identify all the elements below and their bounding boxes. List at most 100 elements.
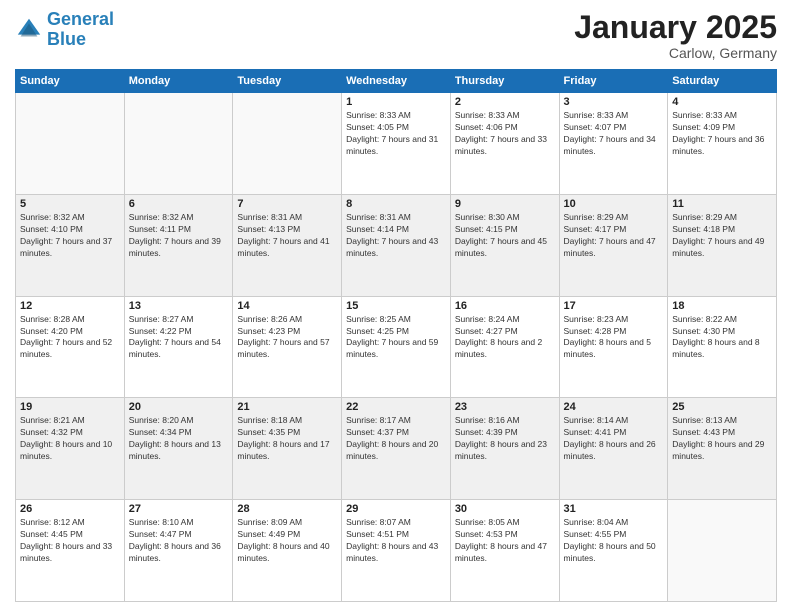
header-thursday: Thursday bbox=[450, 70, 559, 93]
day-number: 11 bbox=[672, 198, 772, 210]
calendar-week-row: 5 Sunrise: 8:32 AM Sunset: 4:10 PM Daylig… bbox=[16, 194, 777, 296]
table-row: 9 Sunrise: 8:30 AM Sunset: 4:15 PM Daylig… bbox=[450, 194, 559, 296]
day-info: Sunrise: 8:17 AM Sunset: 4:37 PM Dayligh… bbox=[346, 415, 446, 463]
day-info: Sunrise: 8:29 AM Sunset: 4:18 PM Dayligh… bbox=[672, 212, 772, 260]
day-info: Sunrise: 8:30 AM Sunset: 4:15 PM Dayligh… bbox=[455, 212, 555, 260]
table-row: 28 Sunrise: 8:09 AM Sunset: 4:49 PM Dayli… bbox=[233, 500, 342, 602]
table-row: 13 Sunrise: 8:27 AM Sunset: 4:22 PM Dayli… bbox=[124, 296, 233, 398]
table-row: 8Sunrise: 8:31 AM Sunset: 4:14 PM Daylig… bbox=[342, 194, 451, 296]
table-row: 17 Sunrise: 8:23 AM Sunset: 4:28 PM Dayli… bbox=[559, 296, 668, 398]
table-row: 18Sunrise: 8:22 AM Sunset: 4:30 PM Dayli… bbox=[668, 296, 777, 398]
day-number: 16 bbox=[455, 300, 555, 312]
day-number: 14 bbox=[237, 300, 337, 312]
table-row: 6 Sunrise: 8:32 AM Sunset: 4:11 PM Daylig… bbox=[124, 194, 233, 296]
day-number: 25 bbox=[672, 401, 772, 413]
table-row: 12 Sunrise: 8:28 AM Sunset: 4:20 PM Dayli… bbox=[16, 296, 125, 398]
title-block: January 2025 Carlow, Germany bbox=[574, 10, 777, 61]
day-info: Sunrise: 8:33 AM Sunset: 4:05 PM Dayligh… bbox=[346, 110, 446, 158]
day-number: 27 bbox=[129, 503, 229, 515]
day-number: 13 bbox=[129, 300, 229, 312]
day-info: Sunrise: 8:33 AM Sunset: 4:07 PM Dayligh… bbox=[564, 110, 664, 158]
day-info: Sunrise: 8:28 AM Sunset: 4:20 PM Dayligh… bbox=[20, 314, 120, 362]
day-number: 7 bbox=[237, 198, 337, 210]
calendar-week-row: 1 Sunrise: 8:33 AM Sunset: 4:05 PM Daylig… bbox=[16, 93, 777, 195]
day-number: 3 bbox=[564, 96, 664, 108]
day-number: 20 bbox=[129, 401, 229, 413]
day-number: 1 bbox=[346, 96, 446, 108]
day-info: Sunrise: 8:33 AM Sunset: 4:09 PM Dayligh… bbox=[672, 110, 772, 158]
day-number: 28 bbox=[237, 503, 337, 515]
location: Carlow, Germany bbox=[574, 45, 777, 61]
page: General Blue January 2025 Carlow, German… bbox=[0, 0, 792, 612]
day-number: 5 bbox=[20, 198, 120, 210]
day-info: Sunrise: 8:22 AM Sunset: 4:30 PM Dayligh… bbox=[672, 314, 772, 362]
day-number: 22 bbox=[346, 401, 446, 413]
day-info: Sunrise: 8:23 AM Sunset: 4:28 PM Dayligh… bbox=[564, 314, 664, 362]
header-sunday: Sunday bbox=[16, 70, 125, 93]
day-info: Sunrise: 8:27 AM Sunset: 4:22 PM Dayligh… bbox=[129, 314, 229, 362]
day-info: Sunrise: 8:20 AM Sunset: 4:34 PM Dayligh… bbox=[129, 415, 229, 463]
day-info: Sunrise: 8:32 AM Sunset: 4:10 PM Dayligh… bbox=[20, 212, 120, 260]
day-number: 23 bbox=[455, 401, 555, 413]
day-info: Sunrise: 8:18 AM Sunset: 4:35 PM Dayligh… bbox=[237, 415, 337, 463]
day-info: Sunrise: 8:25 AM Sunset: 4:25 PM Dayligh… bbox=[346, 314, 446, 362]
calendar-week-row: 26Sunrise: 8:12 AM Sunset: 4:45 PM Dayli… bbox=[16, 500, 777, 602]
day-number: 24 bbox=[564, 401, 664, 413]
table-row: 10 Sunrise: 8:29 AM Sunset: 4:17 PM Dayli… bbox=[559, 194, 668, 296]
table-row: 5 Sunrise: 8:32 AM Sunset: 4:10 PM Daylig… bbox=[16, 194, 125, 296]
day-info: Sunrise: 8:29 AM Sunset: 4:17 PM Dayligh… bbox=[564, 212, 664, 260]
day-number: 9 bbox=[455, 198, 555, 210]
day-info: Sunrise: 8:31 AM Sunset: 4:14 PM Dayligh… bbox=[346, 212, 446, 260]
table-row bbox=[124, 93, 233, 195]
header-tuesday: Tuesday bbox=[233, 70, 342, 93]
table-row: 19 Sunrise: 8:21 AM Sunset: 4:32 PM Dayli… bbox=[16, 398, 125, 500]
day-number: 12 bbox=[20, 300, 120, 312]
logo-text-line1: General bbox=[47, 10, 114, 30]
day-info: Sunrise: 8:32 AM Sunset: 4:11 PM Dayligh… bbox=[129, 212, 229, 260]
table-row: 23 Sunrise: 8:16 AM Sunset: 4:39 PM Dayli… bbox=[450, 398, 559, 500]
header-wednesday: Wednesday bbox=[342, 70, 451, 93]
table-row: 25 Sunrise: 8:13 AM Sunset: 4:43 PM Dayli… bbox=[668, 398, 777, 500]
header: General Blue January 2025 Carlow, German… bbox=[15, 10, 777, 61]
table-row: 2 Sunrise: 8:33 AM Sunset: 4:06 PM Daylig… bbox=[450, 93, 559, 195]
day-info: Sunrise: 8:05 AM Sunset: 4:53 PM Dayligh… bbox=[455, 517, 555, 565]
day-info: Sunrise: 8:10 AM Sunset: 4:47 PM Dayligh… bbox=[129, 517, 229, 565]
table-row: 15 Sunrise: 8:25 AM Sunset: 4:25 PM Dayli… bbox=[342, 296, 451, 398]
day-info: Sunrise: 8:24 AM Sunset: 4:27 PM Dayligh… bbox=[455, 314, 555, 362]
day-info: Sunrise: 8:04 AM Sunset: 4:55 PM Dayligh… bbox=[564, 517, 664, 565]
day-info: Sunrise: 8:21 AM Sunset: 4:32 PM Dayligh… bbox=[20, 415, 120, 463]
table-row bbox=[16, 93, 125, 195]
day-info: Sunrise: 8:07 AM Sunset: 4:51 PM Dayligh… bbox=[346, 517, 446, 565]
table-row: 29 Sunrise: 8:07 AM Sunset: 4:51 PM Dayli… bbox=[342, 500, 451, 602]
table-row: 30 Sunrise: 8:05 AM Sunset: 4:53 PM Dayli… bbox=[450, 500, 559, 602]
day-number: 2 bbox=[455, 96, 555, 108]
table-row: 4 Sunrise: 8:33 AM Sunset: 4:09 PM Daylig… bbox=[668, 93, 777, 195]
day-number: 15 bbox=[346, 300, 446, 312]
day-number: 19 bbox=[20, 401, 120, 413]
table-row: 31Sunrise: 8:04 AM Sunset: 4:55 PM Dayli… bbox=[559, 500, 668, 602]
day-info: Sunrise: 8:09 AM Sunset: 4:49 PM Dayligh… bbox=[237, 517, 337, 565]
table-row: 3 Sunrise: 8:33 AM Sunset: 4:07 PM Daylig… bbox=[559, 93, 668, 195]
day-number: 30 bbox=[455, 503, 555, 515]
day-number: 6 bbox=[129, 198, 229, 210]
day-number: 4 bbox=[672, 96, 772, 108]
month-title: January 2025 bbox=[574, 10, 777, 45]
header-saturday: Saturday bbox=[668, 70, 777, 93]
calendar-week-row: 12 Sunrise: 8:28 AM Sunset: 4:20 PM Dayli… bbox=[16, 296, 777, 398]
table-row: 7Sunrise: 8:31 AM Sunset: 4:13 PM Daylig… bbox=[233, 194, 342, 296]
header-monday: Monday bbox=[124, 70, 233, 93]
day-info: Sunrise: 8:13 AM Sunset: 4:43 PM Dayligh… bbox=[672, 415, 772, 463]
day-info: Sunrise: 8:14 AM Sunset: 4:41 PM Dayligh… bbox=[564, 415, 664, 463]
calendar-week-row: 19 Sunrise: 8:21 AM Sunset: 4:32 PM Dayli… bbox=[16, 398, 777, 500]
calendar-table: Sunday Monday Tuesday Wednesday Thursday… bbox=[15, 69, 777, 602]
day-number: 10 bbox=[564, 198, 664, 210]
header-friday: Friday bbox=[559, 70, 668, 93]
logo-text-line2: Blue bbox=[47, 30, 114, 50]
day-number: 17 bbox=[564, 300, 664, 312]
day-info: Sunrise: 8:16 AM Sunset: 4:39 PM Dayligh… bbox=[455, 415, 555, 463]
table-row bbox=[233, 93, 342, 195]
table-row: 27 Sunrise: 8:10 AM Sunset: 4:47 PM Dayli… bbox=[124, 500, 233, 602]
table-row bbox=[668, 500, 777, 602]
day-info: Sunrise: 8:33 AM Sunset: 4:06 PM Dayligh… bbox=[455, 110, 555, 158]
day-number: 29 bbox=[346, 503, 446, 515]
